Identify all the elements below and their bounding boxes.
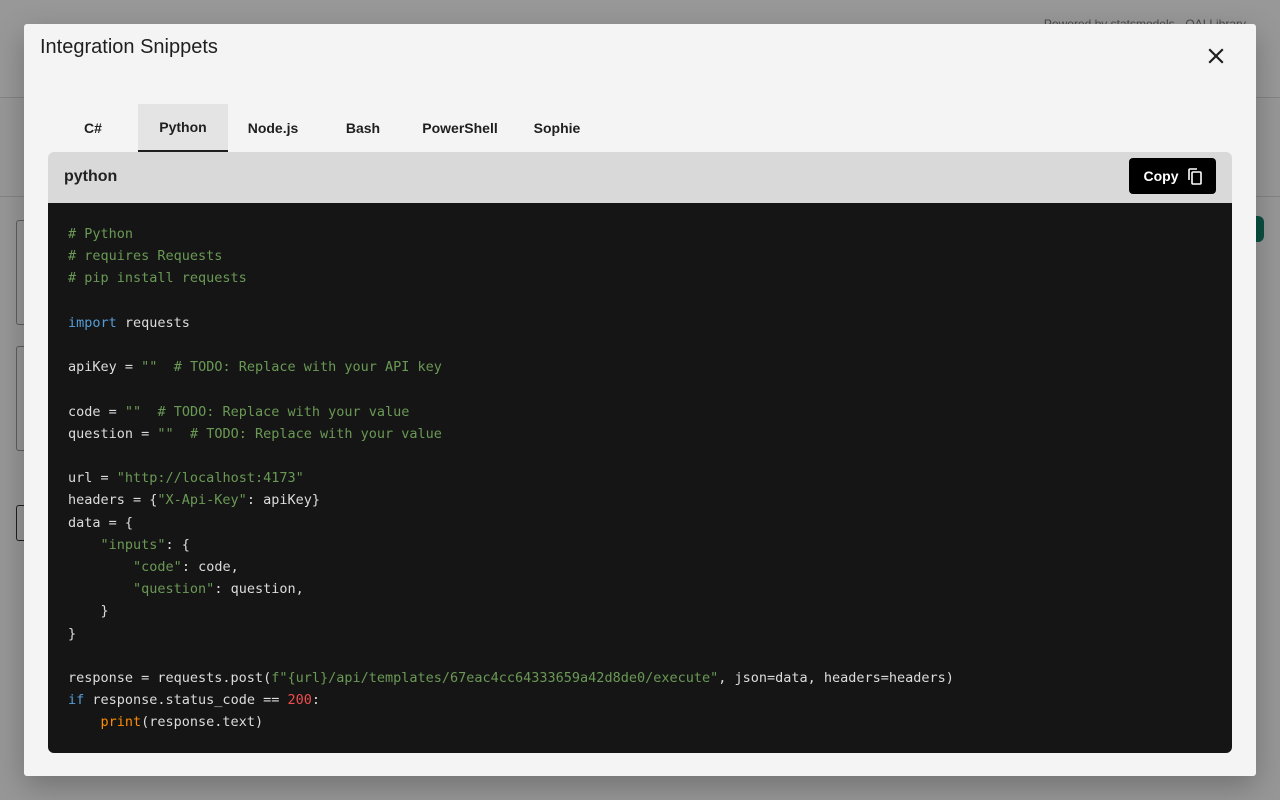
code-line: print(response.text) [100, 714, 264, 731]
tab-python[interactable]: Python [138, 104, 228, 152]
code-line: url = "http://localhost:4173" [68, 470, 304, 487]
dialog-title: Integration Snippets [40, 36, 218, 58]
close-icon [1208, 48, 1224, 64]
code-line: } [68, 603, 109, 620]
code-line: if response.status_code == 200: [68, 692, 320, 709]
copy-button-label: Copy [1143, 168, 1179, 184]
code-line: # Python [68, 226, 134, 242]
tab-bash[interactable]: Bash [318, 104, 408, 152]
code-line: "inputs": { [100, 536, 190, 553]
close-button[interactable] [1200, 40, 1232, 72]
code-line: # requires Requests [68, 248, 223, 265]
code-line: apiKey = "" # TODO: Replace with your AP… [68, 359, 442, 376]
code-line: question = "" # TODO: Replace with your … [68, 425, 442, 442]
tab-sophie[interactable]: Sophie [512, 104, 602, 152]
code-line: "code": code, [133, 559, 239, 576]
tab-nodejs[interactable]: Node.js [228, 104, 318, 152]
code-line: data = { [68, 514, 134, 531]
code-line: import requests [68, 314, 190, 331]
language-tabs: C# Python Node.js Bash PowerShell Sophie [48, 104, 602, 152]
tab-powershell[interactable]: PowerShell [408, 104, 512, 152]
code-block-header: python Copy [48, 152, 1232, 203]
code-line: response = requests.post(f"{url}/api/tem… [68, 670, 954, 687]
code-content[interactable]: # Python # requires Requests # pip insta… [68, 223, 954, 734]
code-block[interactable]: # Python # requires Requests # pip insta… [48, 203, 1232, 753]
code-line: # pip install requests [68, 270, 247, 287]
copy-icon [1187, 167, 1202, 185]
code-line: code = "" # TODO: Replace with your valu… [68, 403, 410, 420]
tab-csharp[interactable]: C# [48, 104, 138, 152]
code-line: headers = {"X-Api-Key": apiKey} [68, 492, 320, 509]
code-language-label: python [64, 168, 118, 185]
copy-button[interactable]: Copy [1129, 158, 1216, 194]
code-line: "question": question, [133, 581, 304, 598]
integration-snippets-dialog: Integration Snippets C# Python Node.js B… [24, 24, 1256, 776]
code-line: } [68, 625, 77, 642]
